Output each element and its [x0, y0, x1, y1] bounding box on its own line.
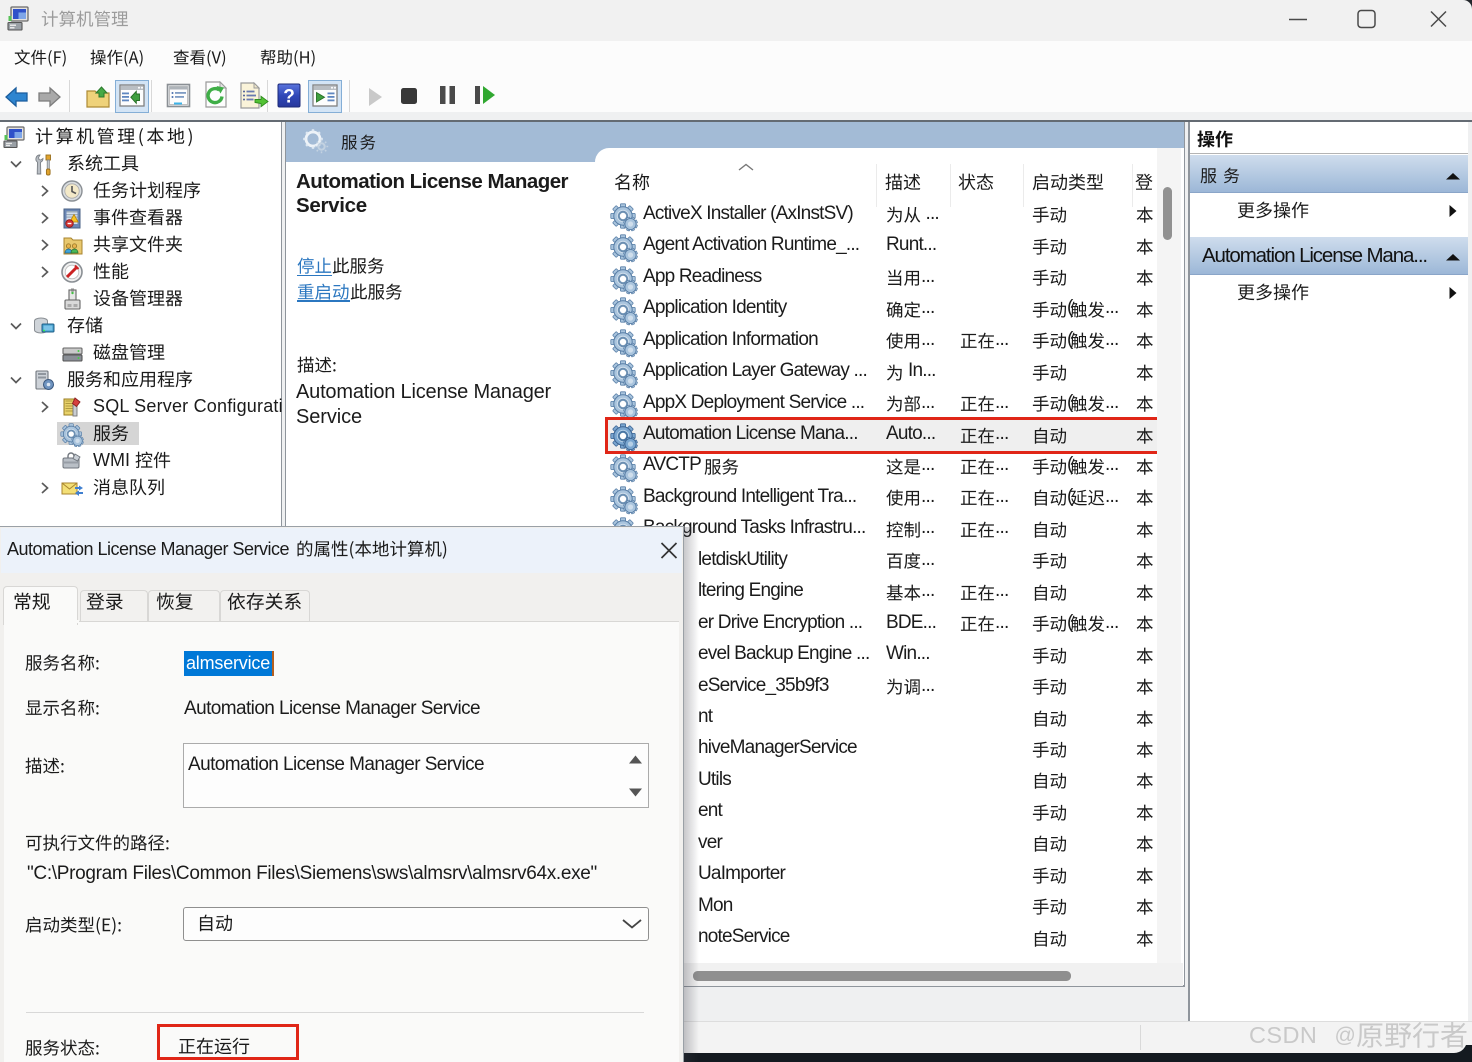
svg-text:?: ? — [283, 87, 295, 108]
